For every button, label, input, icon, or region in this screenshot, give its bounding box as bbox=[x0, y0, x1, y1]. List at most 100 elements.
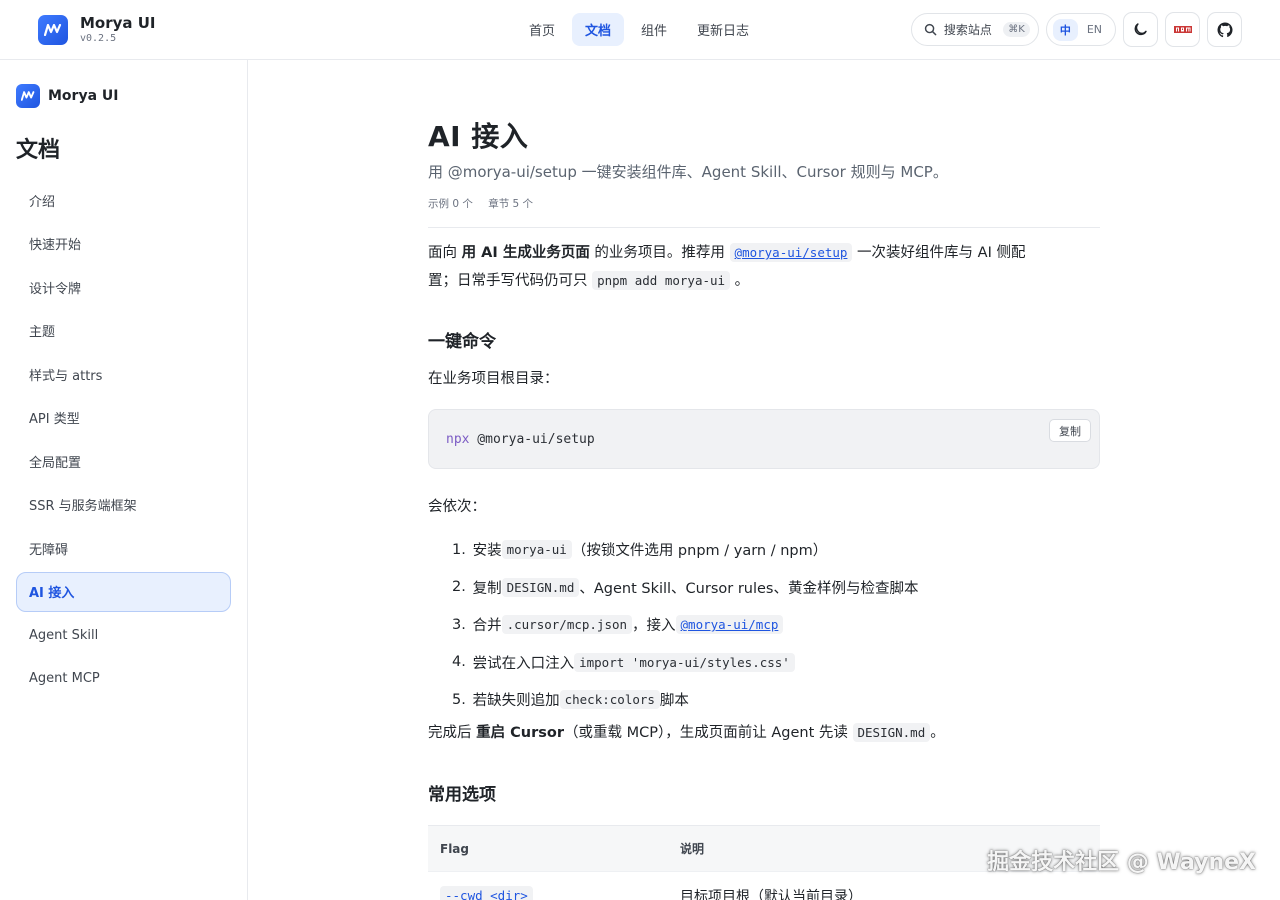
sidebar-item-api-types[interactable]: API 类型 bbox=[16, 398, 231, 438]
copy-button[interactable]: 复制 bbox=[1049, 419, 1091, 442]
sidebar-item-intro[interactable]: 介绍 bbox=[16, 180, 231, 220]
description-cell: 目标项目根（默认当前目录） bbox=[680, 889, 862, 900]
brand-home-link[interactable]: Morya UI v0.2.5 bbox=[38, 15, 156, 45]
inline-code: import 'morya-ui/styles.css' bbox=[574, 652, 795, 672]
steps-intro: 会依次： bbox=[428, 499, 486, 515]
sidebar: Morya UI 文档 介绍 快速开始 设计令牌 主题 样式与 attrs AP… bbox=[0, 60, 248, 900]
text: 面向 bbox=[428, 245, 462, 261]
search-shortcut: ⌘K bbox=[1003, 22, 1030, 37]
text: 。 bbox=[930, 725, 945, 741]
inline-code: DESIGN.md bbox=[501, 577, 580, 597]
sidebar-item-agent-mcp[interactable]: Agent MCP bbox=[16, 659, 231, 699]
text: 完成后 bbox=[428, 725, 477, 741]
sidebar-brand-name: Morya UI bbox=[48, 88, 119, 104]
list-item: 3. 合并 .cursor/mcp.json ，接入 @morya-ui/mcp bbox=[452, 606, 919, 644]
brand-name: Morya UI bbox=[80, 14, 156, 32]
list-number: 2. bbox=[452, 579, 466, 596]
intro-paragraph: 面向 用 AI 生成业务页面 的业务项目。推荐用 @morya-ui/setup… bbox=[428, 239, 1025, 295]
sections-count: 章节 5 个 bbox=[488, 198, 534, 210]
bold-text: 用 AI 生成业务页面 bbox=[461, 245, 590, 261]
text: 置；日常手写代码仍可只 bbox=[428, 273, 593, 289]
inline-code: DESIGN.md bbox=[852, 723, 931, 742]
text: 合并 bbox=[472, 618, 502, 635]
page-title: AI 接入 bbox=[428, 120, 529, 153]
list-number: 5. bbox=[452, 691, 466, 708]
code-block: npx @morya-ui/setup 复制 bbox=[428, 409, 1100, 469]
sidebar-item-accessibility[interactable]: 无障碍 bbox=[16, 528, 231, 568]
github-icon bbox=[1217, 21, 1233, 37]
setup-package-link[interactable]: @morya-ui/setup bbox=[729, 243, 853, 262]
watermark: 掘金技术社区 @ WayneX bbox=[987, 850, 1256, 875]
nav-home[interactable]: 首页 bbox=[516, 13, 568, 46]
morya-logo-icon bbox=[38, 15, 68, 45]
sidebar-item-ssr[interactable]: SSR 与服务端框架 bbox=[16, 485, 231, 525]
sidebar-nav: 介绍 快速开始 设计令牌 主题 样式与 attrs API 类型 全局配置 SS… bbox=[16, 180, 231, 702]
sidebar-item-design-tokens[interactable]: 设计令牌 bbox=[16, 267, 231, 307]
list-item: 1. 安装 morya-ui （按锁文件选用 pnpm / yarn / npm） bbox=[452, 531, 919, 569]
text: （按锁文件选用 pnpm / yarn / npm） bbox=[571, 543, 828, 560]
moon-icon bbox=[1134, 23, 1147, 36]
top-nav: 首页 文档 组件 更新日志 bbox=[516, 13, 762, 46]
column-header-desc: 说明 bbox=[680, 842, 705, 856]
code-keyword: npx bbox=[446, 432, 470, 447]
code-content: npx @morya-ui/setup bbox=[446, 432, 595, 447]
lang-en[interactable]: EN bbox=[1080, 20, 1109, 39]
text: 复制 bbox=[472, 580, 502, 597]
version-label: v0.2.5 bbox=[80, 33, 117, 44]
text: 若缺失则追加 bbox=[472, 693, 560, 710]
npm-icon bbox=[1173, 25, 1192, 33]
morya-logo-icon bbox=[16, 84, 40, 108]
text: 脚本 bbox=[659, 693, 689, 710]
github-link-button[interactable] bbox=[1207, 12, 1242, 47]
bold-text: 重启 Cursor bbox=[476, 725, 565, 741]
language-switch: 中 EN bbox=[1045, 13, 1116, 46]
sidebar-item-theme[interactable]: 主题 bbox=[16, 311, 231, 351]
theme-toggle-button[interactable] bbox=[1123, 12, 1158, 47]
list-item: 4. 尝试在入口注入 import 'morya-ui/styles.css' bbox=[452, 644, 919, 682]
list-number: 1. bbox=[452, 541, 466, 558]
text: 尝试在入口注入 bbox=[472, 655, 575, 672]
search-button[interactable]: 搜索站点 ⌘K bbox=[910, 13, 1039, 46]
header-tools: 搜索站点 ⌘K 中 EN bbox=[910, 12, 1242, 47]
list-item: 5. 若缺失则追加 check:colors 脚本 bbox=[452, 681, 919, 719]
sidebar-item-ai-integration[interactable]: AI 接入 bbox=[16, 571, 231, 612]
after-paragraph: 完成后 重启 Cursor（或重载 MCP），生成页面前让 Agent 先读 D… bbox=[428, 719, 945, 747]
column-header-flag: Flag bbox=[440, 841, 469, 856]
text: ，接入 bbox=[632, 618, 676, 635]
steps-list: 1. 安装 morya-ui （按锁文件选用 pnpm / yarn / npm）… bbox=[452, 531, 919, 719]
section-heading-options: 常用选项 bbox=[428, 785, 496, 805]
command-description: 在业务项目根目录： bbox=[428, 371, 559, 387]
list-number: 4. bbox=[452, 654, 466, 671]
sidebar-item-styles-attrs[interactable]: 样式与 attrs bbox=[16, 354, 231, 394]
list-item: 2. 复制 DESIGN.md 、Agent Skill、Cursor rules… bbox=[452, 569, 919, 607]
sidebar-title: 文档 bbox=[16, 138, 61, 163]
text: （或重载 MCP），生成页面前让 Agent 先读 bbox=[564, 725, 853, 741]
list-number: 3. bbox=[452, 616, 466, 633]
inline-code: check:colors bbox=[559, 690, 660, 710]
examples-count: 示例 0 个 bbox=[428, 198, 473, 210]
code-text: @morya-ui/setup bbox=[469, 432, 595, 447]
text: 。 bbox=[730, 273, 750, 289]
sidebar-item-quick-start[interactable]: 快速开始 bbox=[16, 224, 231, 264]
page-subtitle: 用 @morya-ui/setup 一键安装组件库、Agent Skill、Cu… bbox=[428, 163, 948, 181]
inline-code: .cursor/mcp.json bbox=[501, 615, 633, 635]
text: 安装 bbox=[472, 543, 502, 560]
inline-code: morya-ui bbox=[501, 540, 572, 560]
sidebar-item-global-config[interactable]: 全局配置 bbox=[16, 441, 231, 481]
nav-docs[interactable]: 文档 bbox=[572, 13, 625, 46]
mcp-package-link[interactable]: @morya-ui/mcp bbox=[675, 615, 784, 635]
lang-zh[interactable]: 中 bbox=[1052, 18, 1078, 41]
text: 的业务项目。推荐用 bbox=[589, 245, 730, 261]
search-icon bbox=[924, 23, 937, 36]
page-meta: 示例 0 个 章节 5 个 bbox=[428, 196, 533, 211]
npm-link-button[interactable] bbox=[1165, 12, 1200, 47]
sidebar-brand[interactable]: Morya UI bbox=[16, 84, 118, 108]
text: 一次装好组件库与 AI 侧配 bbox=[852, 245, 1026, 261]
nav-changelog[interactable]: 更新日志 bbox=[684, 13, 762, 46]
search-label: 搜索站点 bbox=[943, 23, 992, 37]
sidebar-item-agent-skill[interactable]: Agent Skill bbox=[16, 615, 231, 655]
nav-components[interactable]: 组件 bbox=[628, 13, 680, 46]
divider bbox=[428, 227, 1100, 228]
flag-cell: --cwd <dir> bbox=[440, 886, 533, 900]
top-bar: Morya UI v0.2.5 首页 文档 组件 更新日志 搜索站点 ⌘K 中 … bbox=[0, 0, 1280, 60]
